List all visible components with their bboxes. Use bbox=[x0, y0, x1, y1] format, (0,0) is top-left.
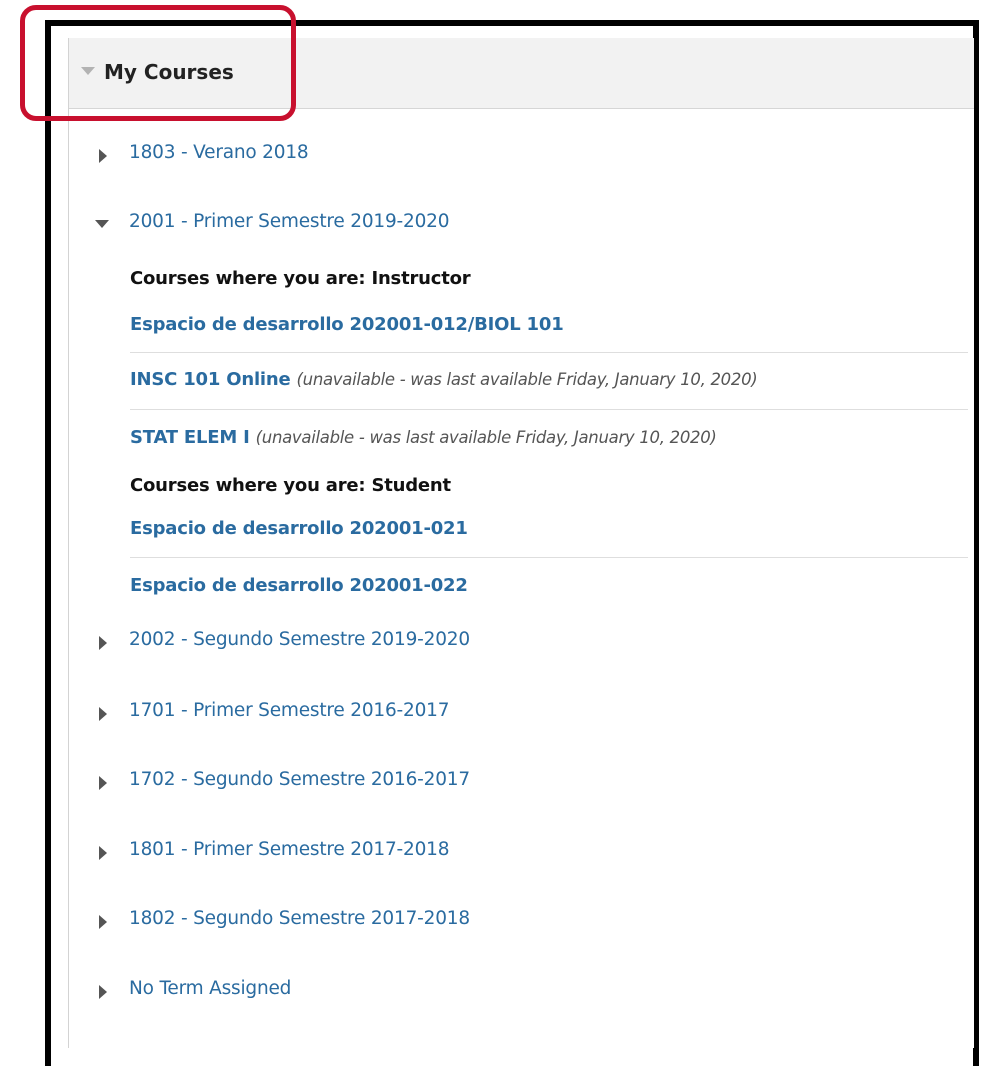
course-link[interactable]: INSC 101 Online bbox=[130, 369, 291, 390]
term-label[interactable]: 2001 - Primer Semestre 2019-2020 bbox=[129, 211, 450, 232]
availability-note: (unavailable - was last available Friday… bbox=[296, 370, 758, 389]
term-label[interactable]: 1801 - Primer Semestre 2017-2018 bbox=[129, 839, 450, 860]
expand-triangle-icon[interactable] bbox=[99, 846, 107, 860]
course-link[interactable]: Espacio de desarrollo 202001-022 bbox=[130, 575, 468, 596]
course-row: Espacio de desarrollo 202001-022 bbox=[130, 575, 968, 605]
expand-triangle-icon[interactable] bbox=[99, 707, 107, 721]
expand-triangle-icon[interactable] bbox=[99, 915, 107, 929]
course-link[interactable]: STAT ELEM I bbox=[130, 427, 250, 448]
callout-highlight bbox=[20, 5, 296, 121]
expand-triangle-icon[interactable] bbox=[99, 149, 107, 163]
course-row: INSC 101 Online (unavailable - was last a… bbox=[130, 369, 968, 410]
course-link[interactable]: Espacio de desarrollo 202001-021 bbox=[130, 518, 468, 539]
course-row: Espacio de desarrollo 202001-012/BIOL 10… bbox=[130, 314, 968, 353]
course-link[interactable]: Espacio de desarrollo 202001-012/BIOL 10… bbox=[130, 314, 564, 335]
course-row: STAT ELEM I (unavailable - was last avail… bbox=[130, 427, 968, 457]
term-label[interactable]: 2002 - Segundo Semestre 2019-2020 bbox=[129, 629, 470, 650]
term-label[interactable]: 1802 - Segundo Semestre 2017-2018 bbox=[129, 908, 470, 929]
course-row: Espacio de desarrollo 202001-021 bbox=[130, 518, 968, 558]
availability-note: (unavailable - was last available Friday… bbox=[255, 428, 717, 447]
expand-triangle-icon[interactable] bbox=[99, 776, 107, 790]
role-heading-student: Courses where you are: Student bbox=[130, 475, 451, 496]
expand-triangle-icon[interactable] bbox=[99, 985, 107, 999]
collapse-triangle-icon[interactable] bbox=[95, 220, 109, 228]
term-label[interactable]: 1702 - Segundo Semestre 2016-2017 bbox=[129, 769, 470, 790]
expand-triangle-icon[interactable] bbox=[99, 636, 107, 650]
term-label[interactable]: 1701 - Primer Semestre 2016-2017 bbox=[129, 700, 450, 721]
term-label[interactable]: No Term Assigned bbox=[129, 978, 291, 999]
term-label[interactable]: 1803 - Verano 2018 bbox=[129, 142, 309, 163]
role-heading-instructor: Courses where you are: Instructor bbox=[130, 268, 471, 289]
